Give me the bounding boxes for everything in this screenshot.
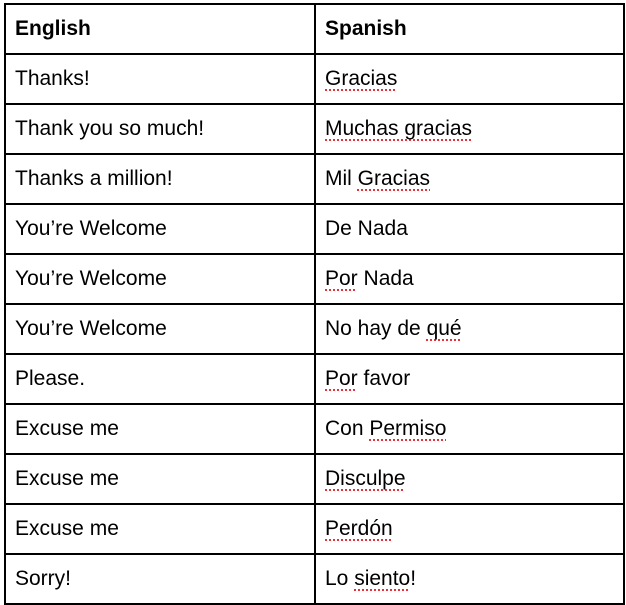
spellcheck-flagged-word[interactable]: Muchas gracias xyxy=(325,117,472,140)
english-cell[interactable]: Excuse me xyxy=(4,503,316,555)
table-row: You’re Welcome De Nada xyxy=(4,203,625,255)
header-row: English Spanish xyxy=(4,3,625,55)
english-cell[interactable]: Excuse me xyxy=(4,453,316,505)
spellcheck-flagged-word[interactable]: Por xyxy=(325,367,358,390)
table-row: Sorry! Lo siento! xyxy=(4,553,625,605)
table-row: You’re Welcome No hay de qué xyxy=(4,303,625,355)
spellcheck-flagged-word[interactable]: Disculpe xyxy=(325,467,406,490)
table-row: Thank you so much! Muchas gracias xyxy=(4,103,625,155)
english-cell[interactable]: Please. xyxy=(4,353,316,405)
english-cell[interactable]: You’re Welcome xyxy=(4,253,316,305)
spanish-cell[interactable]: Por favor xyxy=(314,353,625,405)
spellcheck-flagged-word[interactable]: siento xyxy=(354,567,410,590)
spanish-text: No hay de xyxy=(325,317,427,340)
english-cell[interactable]: Sorry! xyxy=(4,553,316,605)
spanish-cell[interactable]: Con Permiso xyxy=(314,403,625,455)
english-cell[interactable]: Thank you so much! xyxy=(4,103,316,155)
table-row: Please. Por favor xyxy=(4,353,625,405)
english-cell[interactable]: You’re Welcome xyxy=(4,303,316,355)
english-cell[interactable]: Thanks a million! xyxy=(4,153,316,205)
spanish-cell[interactable]: Gracias xyxy=(314,53,625,105)
spanish-text: Con xyxy=(325,417,370,440)
english-cell[interactable]: You’re Welcome xyxy=(4,203,316,255)
spellcheck-flagged-word[interactable]: qué xyxy=(427,317,462,340)
table-row: Thanks a million! Mil Gracias xyxy=(4,153,625,205)
spanish-text: Lo xyxy=(325,567,355,590)
header-english: English xyxy=(4,3,316,55)
spanish-cell[interactable]: Por Nada xyxy=(314,253,625,305)
header-spanish: Spanish xyxy=(314,3,625,55)
english-cell[interactable]: Excuse me xyxy=(4,403,316,455)
phrase-table: English Spanish Thanks! Gracias Thank you … xyxy=(4,3,625,605)
spanish-cell[interactable]: Disculpe xyxy=(314,453,625,505)
spanish-text: Nada xyxy=(357,267,414,290)
english-cell[interactable]: Thanks! xyxy=(4,53,316,105)
table-row: Excuse me Disculpe xyxy=(4,453,625,505)
table-row: Excuse me Con Permiso xyxy=(4,403,625,455)
spanish-cell[interactable]: De Nada xyxy=(314,203,625,255)
spanish-text: De Nada xyxy=(325,217,408,240)
spellcheck-flagged-word[interactable]: Por xyxy=(325,267,358,290)
spanish-text: ! xyxy=(410,567,417,590)
spanish-text: favor xyxy=(357,367,411,390)
table-body: Thanks! Gracias Thank you so much! Muchas g… xyxy=(4,53,625,605)
spanish-text: Mil xyxy=(325,167,358,190)
spellcheck-flagged-word[interactable]: Perdón xyxy=(325,517,393,540)
spanish-cell[interactable]: Lo siento! xyxy=(314,553,625,605)
spellcheck-flagged-word[interactable]: Gracias xyxy=(358,167,430,190)
table-row: You’re Welcome Por Nada xyxy=(4,253,625,305)
spellcheck-flagged-word[interactable]: Gracias xyxy=(325,67,397,90)
spanish-cell[interactable]: Muchas gracias xyxy=(314,103,625,155)
spanish-cell[interactable]: Mil Gracias xyxy=(314,153,625,205)
spanish-cell[interactable]: No hay de qué xyxy=(314,303,625,355)
table-row: Excuse me Perdón xyxy=(4,503,625,555)
spanish-cell[interactable]: Perdón xyxy=(314,503,625,555)
spellcheck-flagged-word[interactable]: Permiso xyxy=(369,417,446,440)
table-row: Thanks! Gracias xyxy=(4,53,625,105)
